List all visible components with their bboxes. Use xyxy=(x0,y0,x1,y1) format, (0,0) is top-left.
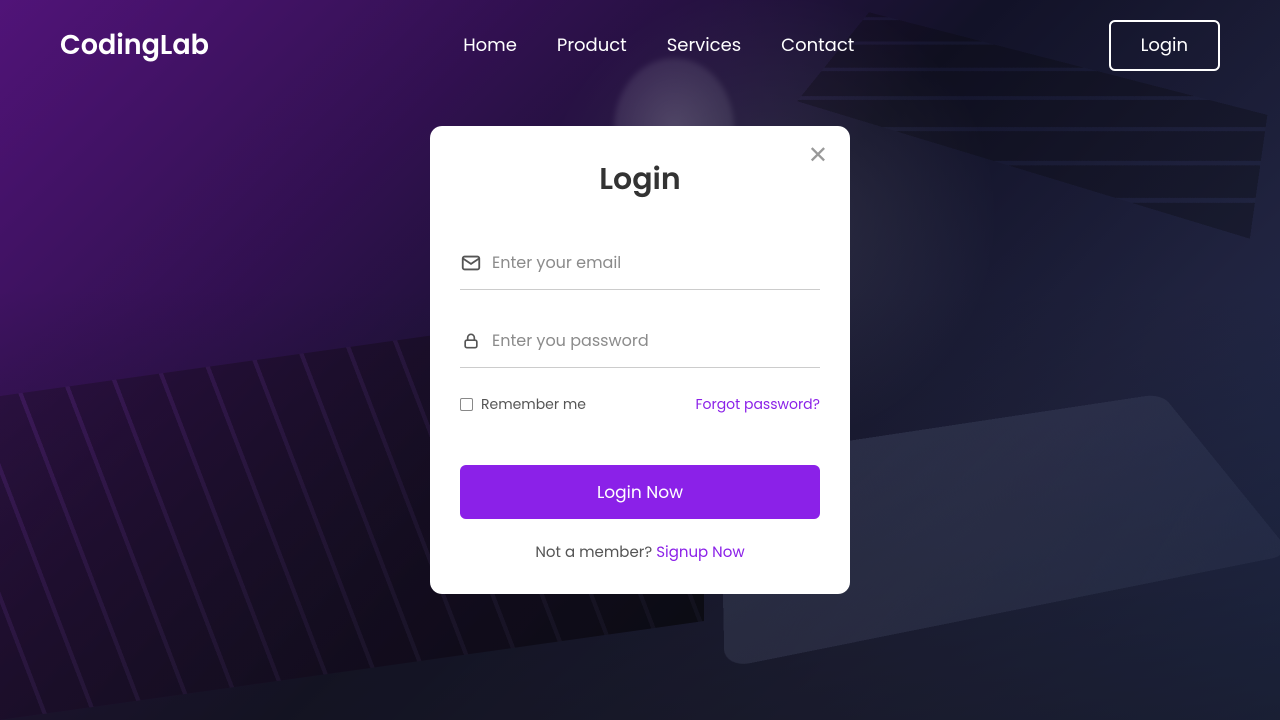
nav-home[interactable]: Home xyxy=(463,32,517,59)
remember-me-checkbox[interactable] xyxy=(460,398,473,411)
email-input[interactable] xyxy=(492,242,820,283)
nav-menu: Home Product Services Contact xyxy=(463,32,854,59)
nav-services[interactable]: Services xyxy=(667,32,741,59)
password-field-wrap xyxy=(460,320,820,368)
email-field-wrap xyxy=(460,242,820,290)
nav-product[interactable]: Product xyxy=(557,32,627,59)
form-options: Remember me Forgot password? xyxy=(460,394,820,415)
close-icon[interactable]: ✕ xyxy=(808,144,828,168)
signup-prompt: Not a member? Signup Now xyxy=(460,541,820,564)
nav-contact[interactable]: Contact xyxy=(781,32,854,59)
forgot-password-link[interactable]: Forgot password? xyxy=(695,394,820,415)
signup-prompt-text: Not a member? xyxy=(535,542,656,563)
remember-me-text: Remember me xyxy=(481,394,586,415)
header: CodingLab Home Product Services Contact … xyxy=(0,0,1280,91)
mail-icon xyxy=(460,252,482,274)
signup-link[interactable]: Signup Now xyxy=(656,542,744,563)
brand-logo[interactable]: CodingLab xyxy=(60,26,209,66)
login-modal: ✕ Login Remember me Forgot password? Log… xyxy=(430,126,850,594)
header-login-button[interactable]: Login xyxy=(1109,20,1220,71)
lock-icon xyxy=(460,330,482,352)
form-title: Login xyxy=(460,156,820,202)
remember-me-label[interactable]: Remember me xyxy=(460,394,586,415)
password-input[interactable] xyxy=(492,320,820,361)
login-submit-button[interactable]: Login Now xyxy=(460,465,820,519)
